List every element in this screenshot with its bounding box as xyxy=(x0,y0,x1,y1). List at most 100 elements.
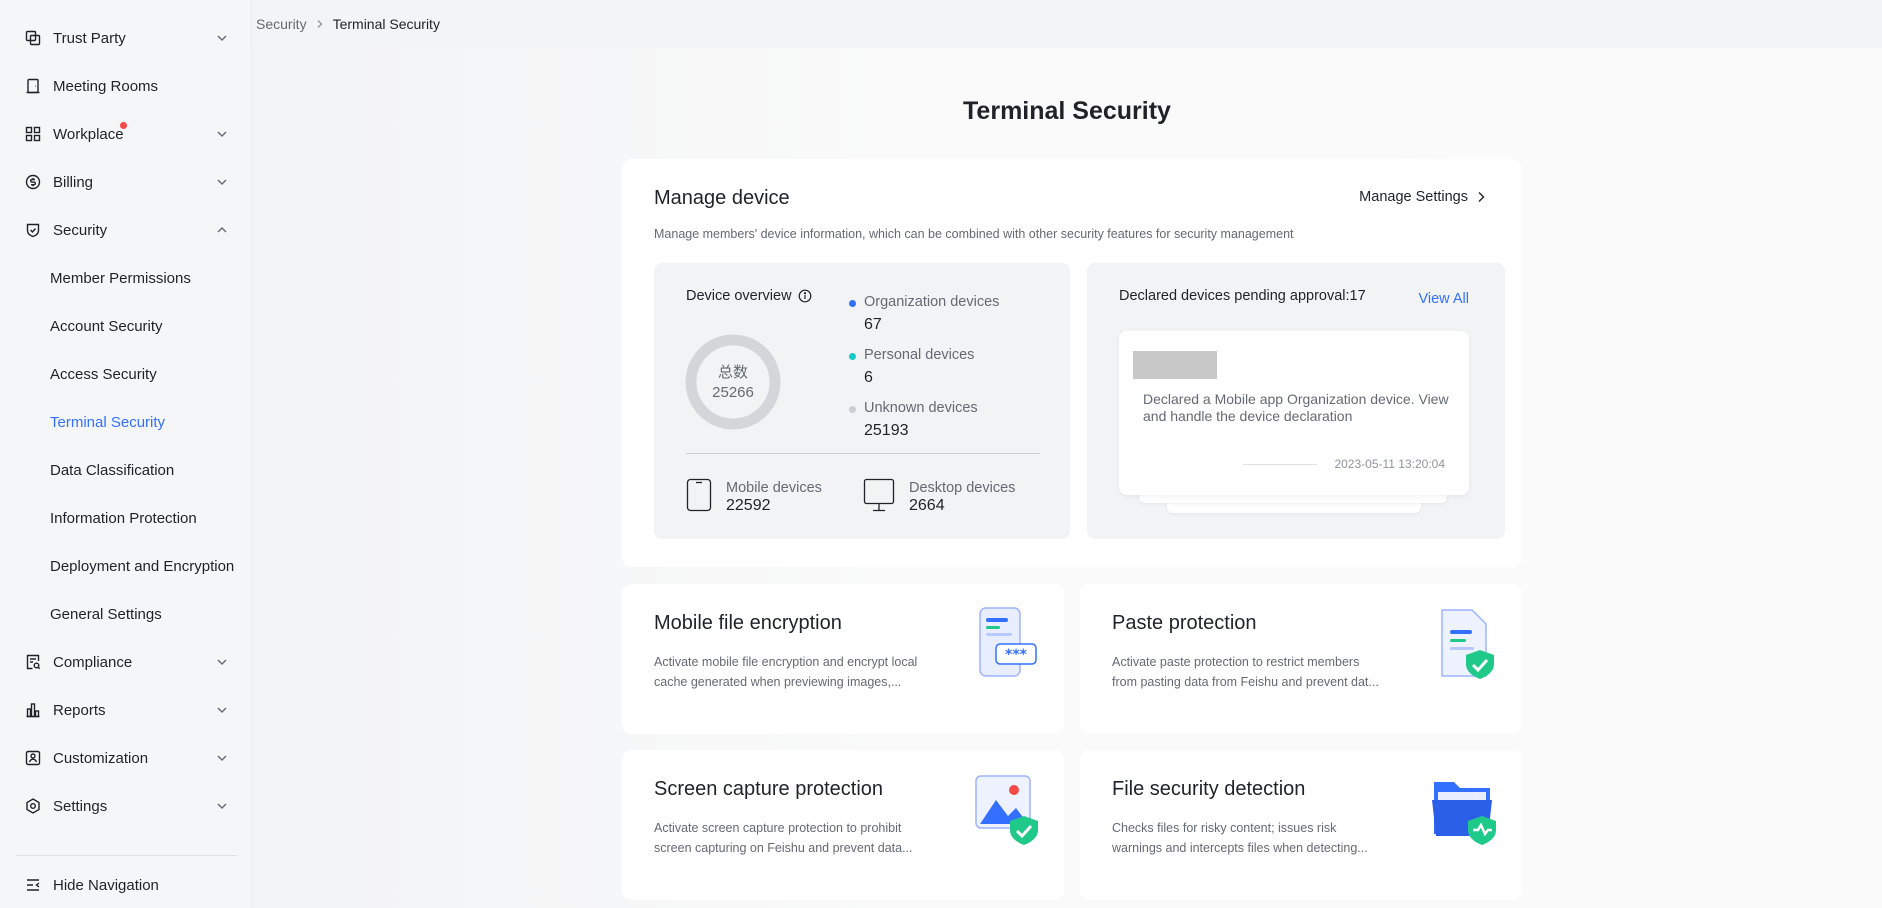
shield-icon xyxy=(24,221,42,239)
main-content: Security Terminal Security Terminal Secu… xyxy=(252,0,1882,908)
breadcrumb: Security Terminal Security xyxy=(256,16,440,32)
svg-text:***: *** xyxy=(1005,647,1028,663)
sidebar-item-label: Customization xyxy=(53,749,149,767)
sidebar-item-label: Billing xyxy=(53,173,94,191)
chevron-down-icon[interactable] xyxy=(214,654,230,670)
manage-device-title: Manage device xyxy=(654,187,790,209)
view-all-link[interactable]: View All xyxy=(1418,291,1469,307)
desktop-devices-value: 2664 xyxy=(909,497,945,514)
encrypted-phone-icon: *** xyxy=(979,607,1037,677)
sidebar-subitem-deployment-encryption[interactable]: Deployment and Encryption xyxy=(16,546,238,586)
sidebar-subitem-access-security[interactable]: Access Security xyxy=(16,354,238,394)
legend-dot xyxy=(849,406,856,413)
manage-device-card: Manage device Manage members' device inf… xyxy=(622,159,1522,567)
sidebar-subitem-account-security[interactable]: Account Security xyxy=(16,306,238,346)
sidebar-item-label: Trust Party xyxy=(53,29,126,47)
sidebar: Trust Party Meeting Rooms Workplace Bill… xyxy=(0,0,252,908)
pending-approval-panel: Declared devices pending approval:17 Vie… xyxy=(1087,263,1505,539)
feature-title: Paste protection xyxy=(1112,612,1257,634)
total-value: 25266 xyxy=(712,384,754,401)
trust-party-icon xyxy=(24,29,42,47)
chevron-down-icon[interactable] xyxy=(214,30,230,46)
device-overview-panel: Device overview 总数 25266 Organization de… xyxy=(654,263,1070,539)
chevron-down-icon[interactable] xyxy=(214,126,230,142)
legend-label: Unknown devices xyxy=(864,400,978,416)
hide-navigation-button[interactable]: Hide Navigation xyxy=(16,865,238,905)
sidebar-item-customization[interactable]: Customization xyxy=(16,738,238,778)
declaration-card[interactable]: Declared a Mobile app Organization devic… xyxy=(1119,331,1469,495)
notification-dot xyxy=(120,122,127,129)
sidebar-item-security[interactable]: Security xyxy=(16,210,238,250)
total-label: 总数 xyxy=(717,364,748,381)
declaration-divider xyxy=(1243,464,1317,465)
panel-divider xyxy=(686,453,1040,454)
sidebar-subitem-general-settings[interactable]: General Settings xyxy=(16,594,238,634)
feature-description: Activate mobile file encryption and encr… xyxy=(654,655,918,689)
desktop-devices-stat: Desktop devices 2664 xyxy=(863,478,1016,515)
desktop-monitor-icon xyxy=(863,478,895,512)
sidebar-subitem-label: Data Classification xyxy=(50,461,175,479)
sidebar-divider xyxy=(16,855,237,856)
manage-settings-link[interactable]: Manage Settings xyxy=(1359,189,1488,205)
sidebar-item-workplace[interactable]: Workplace xyxy=(16,114,238,154)
page-title: Terminal Security xyxy=(963,97,1171,125)
sidebar-item-label: Compliance xyxy=(53,653,133,671)
feature-title: Screen capture protection xyxy=(654,778,884,800)
legend-unknown: Unknown devices 25193 xyxy=(849,400,978,439)
image-shield-icon xyxy=(975,775,1038,845)
top-bar: Security Terminal Security xyxy=(252,0,1882,48)
manage-device-description: Manage members' device information, whic… xyxy=(654,227,1294,241)
sidebar-item-trust-party[interactable]: Trust Party xyxy=(16,18,238,58)
chevron-down-icon[interactable] xyxy=(214,798,230,814)
sidebar-item-label: Security xyxy=(53,221,108,239)
folder-shield-icon xyxy=(1432,782,1496,845)
feature-card-paste-protection[interactable]: Paste protection Activate paste protecti… xyxy=(1080,584,1522,734)
chevron-down-icon[interactable] xyxy=(214,750,230,766)
legend-dot xyxy=(849,353,856,360)
feature-title: File security detection xyxy=(1112,778,1306,800)
info-icon[interactable] xyxy=(798,289,812,303)
sidebar-subitem-label: Account Security xyxy=(50,317,163,335)
sidebar-subitem-information-protection[interactable]: Information Protection xyxy=(16,498,238,538)
sidebar-subitem-label: Access Security xyxy=(50,365,157,383)
feature-card-file-security-detection[interactable]: File security detection Checks files for… xyxy=(1080,750,1522,900)
sidebar-item-label: Workplace xyxy=(53,125,124,143)
legend-dot xyxy=(849,300,856,307)
sidebar-subitem-member-permissions[interactable]: Member Permissions xyxy=(16,258,238,298)
customization-icon xyxy=(24,749,42,767)
sidebar-item-label: Meeting Rooms xyxy=(53,77,159,95)
sidebar-item-compliance[interactable]: Compliance xyxy=(16,642,238,682)
sidebar-subitem-data-classification[interactable]: Data Classification xyxy=(16,450,238,490)
device-overview-title: Device overview xyxy=(686,288,812,304)
donut-center-label: 总数 25266 xyxy=(685,363,781,403)
avatar-placeholder xyxy=(1133,351,1217,379)
sidebar-item-reports[interactable]: Reports xyxy=(16,690,238,730)
legend-label: Organization devices xyxy=(864,294,1000,310)
chevron-down-icon[interactable] xyxy=(214,174,230,190)
chevron-down-icon[interactable] xyxy=(214,702,230,718)
feature-card-screen-capture-protection[interactable]: Screen capture protection Activate scree… xyxy=(622,750,1064,900)
sidebar-subitem-label: Member Permissions xyxy=(50,269,191,287)
bar-chart-icon xyxy=(24,701,42,719)
device-overview-label: Device overview xyxy=(686,288,792,304)
mobile-devices-value: 22592 xyxy=(726,497,771,514)
sidebar-subitem-label: Terminal Security xyxy=(50,413,166,431)
sidebar-item-billing[interactable]: Billing xyxy=(16,162,238,202)
sidebar-subitem-label: General Settings xyxy=(50,605,162,623)
desktop-devices-label: Desktop devices xyxy=(909,480,1016,496)
sidebar-item-meeting-rooms[interactable]: Meeting Rooms xyxy=(16,66,238,106)
collapse-nav-icon xyxy=(24,876,42,894)
legend-organization: Organization devices 67 xyxy=(849,294,1000,333)
meeting-room-icon xyxy=(24,77,42,95)
feature-card-mobile-file-encryption[interactable]: Mobile file encryption Activate mobile f… xyxy=(622,584,1064,734)
grid-icon xyxy=(24,125,42,143)
sidebar-item-settings[interactable]: Settings xyxy=(16,786,238,826)
dollar-icon xyxy=(24,173,42,191)
sidebar-subitem-terminal-security[interactable]: Terminal Security xyxy=(16,402,238,442)
compliance-icon xyxy=(24,653,42,671)
legend-personal: Personal devices 6 xyxy=(849,347,974,386)
breadcrumb-parent[interactable]: Security xyxy=(256,16,307,32)
chevron-up-icon[interactable] xyxy=(214,222,230,238)
chevron-right-icon xyxy=(1478,192,1485,202)
sidebar-item-label: Settings xyxy=(53,797,108,815)
